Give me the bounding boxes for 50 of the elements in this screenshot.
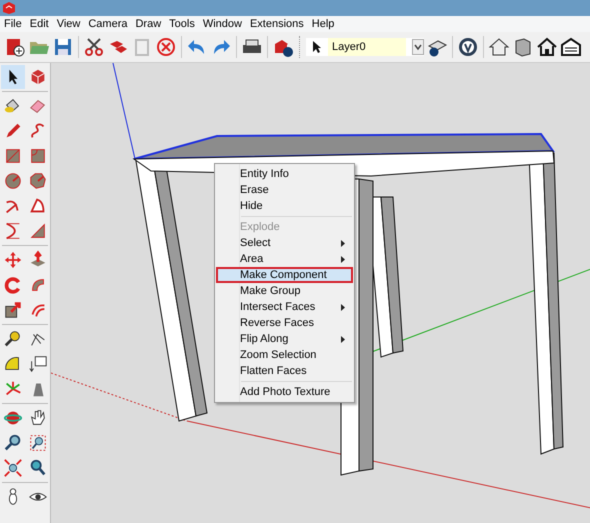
zoom-window-icon [28,433,48,453]
menu-item[interactable]: View [54,18,86,30]
zoom-extents-icon [3,458,23,478]
menu-item[interactable]: Help [310,18,340,30]
v-circle-icon[interactable] [457,36,479,58]
tool-button[interactable] [1,65,25,89]
context-menu-item[interactable]: Make Component [216,267,353,283]
context-menu-item[interactable]: Reverse Faces [216,315,353,331]
polygon-icon [28,171,48,191]
four-way-arrow-icon [3,250,23,270]
arrow-cursor-icon [312,40,322,54]
menu-item[interactable]: Camera [86,18,134,30]
context-menu-item[interactable]: Add Photo Texture [216,384,353,400]
house-icon[interactable] [488,36,510,58]
home-icon[interactable] [536,36,558,58]
circle-icon [3,171,23,191]
context-menu-item[interactable]: Intersect Faces [216,299,353,315]
context-menu-item[interactable]: Erase [216,182,353,198]
menu-item[interactable]: Extensions [248,18,310,30]
garage-icon[interactable] [560,36,582,58]
layer-name: Layer0 [328,38,406,56]
context-menu-item[interactable]: Area [216,251,353,267]
scale-icon [3,300,23,320]
previous-view-icon [28,458,48,478]
context-menu-item[interactable]: Hide [216,198,353,214]
zoom-icon [3,433,23,453]
tape-measure-icon [3,329,23,349]
context-menu-item[interactable]: Make Group [216,283,353,299]
context-menu-item[interactable]: Entity Info [216,166,353,182]
new-file-icon[interactable] [4,36,26,58]
rectangle-icon [3,146,23,166]
app-logo-icon [2,1,16,15]
rotated-rectangle-icon [28,146,48,166]
menu-item[interactable]: Tools [167,18,201,30]
delete-icon[interactable] [155,36,177,58]
menu-item[interactable]: Draw [133,18,168,30]
menu-item[interactable]: Edit [28,18,55,30]
text-label-icon [28,354,48,374]
pan-hand-icon [28,408,48,428]
caret-icon [412,39,424,55]
context-menu-item[interactable]: Flip Along [216,331,353,347]
context-menu-item[interactable]: Flatten Faces [216,363,353,379]
layer-dropdown[interactable]: Layer0 [306,38,424,56]
menu-item[interactable]: File [2,18,28,30]
context-menu-item[interactable]: Zoom Selection [216,347,353,363]
scissors-icon[interactable] [83,36,105,58]
context-menu-item[interactable]: Select [216,235,353,251]
rotate-icon [3,275,23,295]
menu-item[interactable]: Window [200,18,248,30]
triangle-icon [28,221,48,241]
